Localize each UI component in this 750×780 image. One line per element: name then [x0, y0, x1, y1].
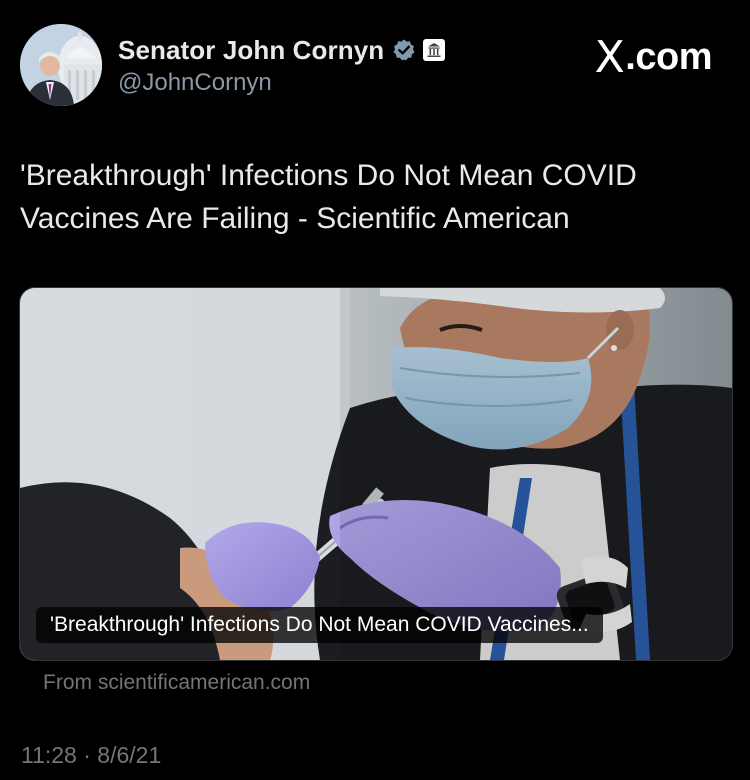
card-image — [20, 288, 732, 660]
tweet-text: 'Breakthrough' Infections Do Not Mean CO… — [20, 159, 637, 235]
verified-badge-icon[interactable] — [392, 38, 416, 62]
avatar[interactable] — [20, 24, 102, 106]
brand-suffix: .com — [625, 36, 712, 78]
author-name-row: Senator John Cornyn — [118, 34, 446, 66]
author-info: Senator John Cornyn @JohnCornyn — [118, 34, 446, 97]
link-card[interactable]: 'Breakthrough' Infections Do Not Mean CO… — [19, 287, 733, 661]
x-logo-icon: X — [594, 32, 625, 83]
tweet-timestamp[interactable]: 11:28 · 8/6/21 — [21, 742, 161, 769]
author-handle[interactable]: @JohnCornyn — [118, 69, 446, 97]
tweet-header: Senator John Cornyn @JohnCornyn X .com — [20, 24, 730, 110]
card-title[interactable]: 'Breakthrough' Infections Do Not Mean CO… — [36, 607, 603, 643]
card-source[interactable]: From scientificamerican.com — [43, 671, 310, 695]
x-com-logo: X .com — [594, 32, 713, 83]
government-building-icon[interactable] — [422, 38, 446, 62]
author-name[interactable]: Senator John Cornyn — [118, 35, 384, 66]
vaccination-photo — [20, 288, 732, 660]
avatar-photo — [20, 24, 102, 106]
